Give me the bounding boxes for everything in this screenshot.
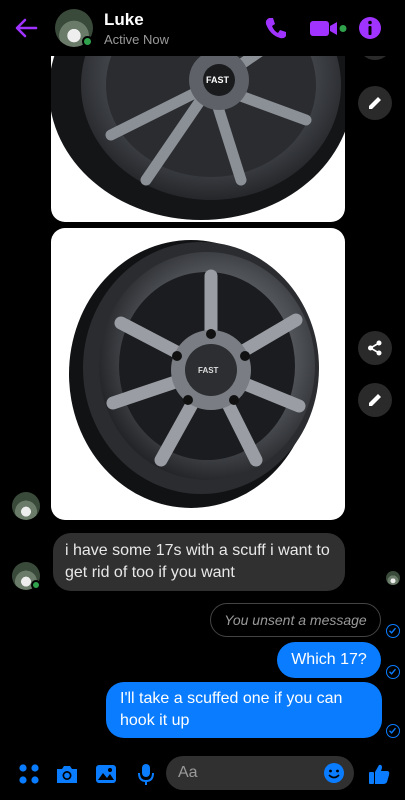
- edit-button-1[interactable]: [358, 86, 392, 120]
- active-status: Active Now: [104, 32, 170, 47]
- share-icon: [368, 340, 382, 356]
- pencil-icon: [369, 394, 381, 406]
- contact-name[interactable]: Luke: [104, 10, 144, 30]
- wheel-2-logo: FAST: [198, 366, 219, 375]
- delivered-check-icon: [386, 665, 400, 679]
- wheel-photo-1[interactable]: FAST: [51, 40, 345, 222]
- microphone-icon[interactable]: [133, 761, 159, 787]
- emoji-icon[interactable]: [323, 762, 345, 784]
- menu-dots-icon[interactable]: [16, 761, 42, 787]
- wheel-photo-2[interactable]: FAST: [51, 228, 345, 520]
- phone-icon[interactable]: [262, 14, 290, 42]
- wheel-image-1: FAST: [51, 40, 345, 220]
- camera-icon[interactable]: [54, 761, 80, 787]
- pencil-icon: [369, 97, 381, 109]
- back-arrow-icon[interactable]: [12, 14, 40, 42]
- edit-button-2[interactable]: [358, 383, 392, 417]
- delivered-check-icon: [386, 724, 400, 738]
- message-compose-field[interactable]: [166, 756, 354, 790]
- seen-avatar: [386, 571, 400, 585]
- online-indicator: [31, 580, 41, 590]
- message-input[interactable]: [178, 756, 318, 790]
- share-button[interactable]: [358, 331, 392, 365]
- conversation-header: Luke Active Now: [0, 0, 405, 56]
- online-indicator: [82, 36, 93, 47]
- outgoing-message[interactable]: I'll take a scuffed one if you can hook …: [106, 682, 382, 738]
- wheel-1-logo: FAST: [206, 75, 230, 85]
- gallery-icon[interactable]: [93, 761, 119, 787]
- wheel-image-2: FAST: [69, 240, 319, 508]
- sender-avatar[interactable]: [12, 492, 40, 520]
- incoming-message[interactable]: i have some 17s with a scuff i want to g…: [53, 533, 345, 591]
- unsent-message-notice: You unsent a message: [210, 603, 381, 637]
- composer-bar: [0, 748, 405, 800]
- thumbs-up-icon[interactable]: [366, 761, 392, 787]
- video-call-icon[interactable]: [308, 14, 348, 42]
- info-icon[interactable]: [356, 14, 384, 42]
- delivered-check-icon: [386, 624, 400, 638]
- outgoing-message[interactable]: Which 17?: [277, 642, 381, 678]
